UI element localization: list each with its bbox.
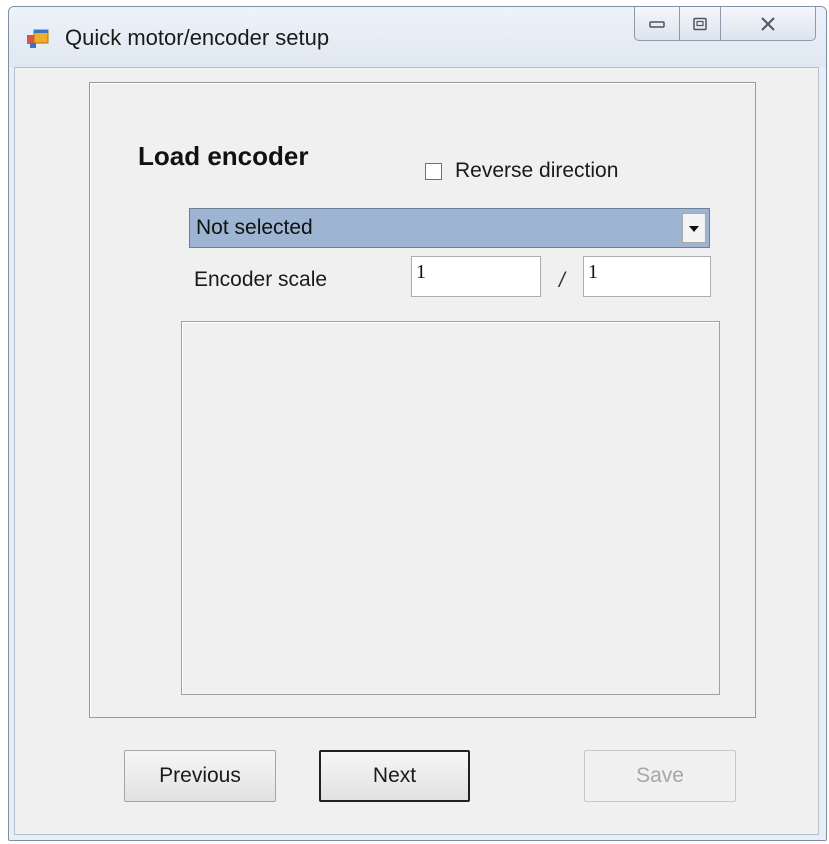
- close-icon: [761, 16, 775, 31]
- minimize-button[interactable]: [634, 7, 680, 41]
- restore-button[interactable]: [679, 7, 721, 41]
- previous-button[interactable]: Previous: [124, 750, 276, 802]
- encoder-scale-denominator-input[interactable]: 1: [583, 256, 711, 297]
- scale-separator: /: [559, 269, 565, 292]
- dropdown-button[interactable]: [682, 213, 706, 243]
- dialog-client-area: Load encoder Reverse direction Not selec…: [14, 67, 819, 835]
- app-window-icon: [27, 29, 49, 49]
- encoder-group-panel: Load encoder Reverse direction Not selec…: [89, 82, 756, 718]
- restore-icon: [693, 17, 707, 30]
- encoder-details-box: [181, 321, 720, 695]
- close-button[interactable]: [720, 7, 816, 41]
- dropdown-arrow-icon: [689, 226, 699, 232]
- reverse-direction-label: Reverse direction: [455, 159, 619, 182]
- save-button[interactable]: Save: [584, 750, 736, 802]
- minimize-icon: [649, 20, 665, 28]
- window-title: Quick motor/encoder setup: [65, 25, 330, 50]
- encoder-scale-numerator-input[interactable]: 1: [411, 256, 541, 297]
- title-bar[interactable]: Quick motor/encoder setup: [9, 7, 826, 67]
- next-button[interactable]: Next: [319, 750, 470, 802]
- setup-window: Quick motor/encoder setup Load encoder R…: [8, 6, 827, 841]
- section-heading: Load encoder: [138, 141, 309, 171]
- checkbox-box[interactable]: [425, 162, 442, 180]
- encoder-select[interactable]: Not selected: [189, 208, 710, 248]
- reverse-direction-checkbox[interactable]: Reverse direction: [425, 159, 618, 183]
- encoder-select-value: Not selected: [196, 216, 313, 239]
- encoder-scale-label: Encoder scale: [194, 268, 328, 291]
